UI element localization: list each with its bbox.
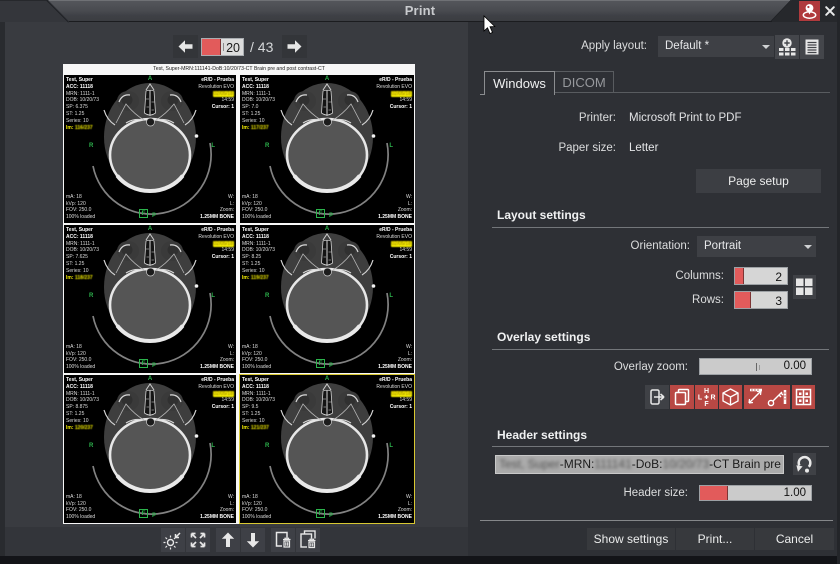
svg-text:F: F bbox=[704, 401, 709, 408]
svg-text:R: R bbox=[710, 395, 715, 402]
svg-text:H: H bbox=[704, 388, 709, 395]
svg-text:L: L bbox=[698, 395, 703, 402]
